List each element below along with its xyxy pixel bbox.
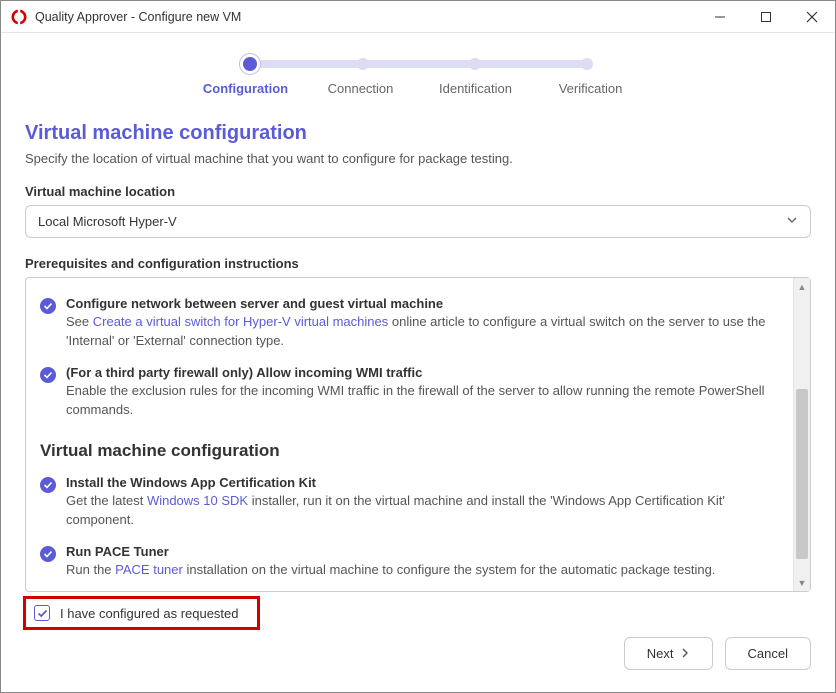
link-pace-tuner[interactable]: PACE tuner bbox=[115, 562, 183, 577]
confirm-checkbox[interactable] bbox=[34, 605, 50, 621]
scrollbar-track[interactable] bbox=[794, 295, 810, 574]
vm-location-value: Local Microsoft Hyper-V bbox=[38, 214, 177, 229]
check-icon bbox=[40, 477, 56, 493]
stepper-labels: Configuration Connection Identification … bbox=[188, 81, 648, 96]
stepper-line bbox=[249, 60, 587, 68]
cancel-button-label: Cancel bbox=[748, 646, 788, 661]
link-create-virtual-switch[interactable]: Create a virtual switch for Hyper-V virt… bbox=[93, 314, 389, 329]
prereq-scroll-area[interactable]: Configure network between server and gue… bbox=[26, 278, 793, 591]
confirm-checkbox-row[interactable]: I have configured as requested bbox=[34, 605, 239, 621]
prereq-item: Install the Windows App Certification Ki… bbox=[40, 475, 779, 530]
prereq-item-title: (For a third party firewall only) Allow … bbox=[66, 365, 779, 380]
check-icon bbox=[40, 546, 56, 562]
link-windows-10-sdk[interactable]: Windows 10 SDK bbox=[147, 493, 248, 508]
vm-location-dropdown[interactable]: Local Microsoft Hyper-V bbox=[25, 205, 811, 238]
prereq-item: Configure network between server and gue… bbox=[40, 296, 779, 351]
scrollbar-thumb[interactable] bbox=[796, 389, 808, 559]
prereq-item-desc: Get the latest Windows 10 SDK installer,… bbox=[66, 492, 779, 530]
cancel-button[interactable]: Cancel bbox=[725, 637, 811, 670]
stepper-label-verification[interactable]: Verification bbox=[533, 81, 648, 96]
window-title: Quality Approver - Configure new VM bbox=[35, 10, 241, 24]
scroll-down-icon[interactable]: ▼ bbox=[794, 574, 810, 591]
prereq-item: (For a third party firewall only) Allow … bbox=[40, 365, 779, 420]
footer-buttons: Next Cancel bbox=[624, 637, 811, 670]
chevron-down-icon bbox=[786, 214, 798, 229]
scrollbar[interactable]: ▲ ▼ bbox=[793, 278, 810, 591]
prereq-item: Run PACE Tuner Run the PACE tuner instal… bbox=[40, 544, 779, 580]
prereq-item-title: Install the Windows App Certification Ki… bbox=[66, 475, 779, 490]
prereq-item-desc: Run the PACE tuner installation on the v… bbox=[66, 561, 779, 580]
prereq-label: Prerequisites and configuration instruct… bbox=[25, 256, 811, 271]
check-icon bbox=[40, 367, 56, 383]
confirm-label: I have configured as requested bbox=[60, 606, 239, 621]
confirm-highlight: I have configured as requested bbox=[23, 596, 260, 630]
window-controls bbox=[697, 1, 835, 33]
stepper-track bbox=[243, 57, 593, 71]
stepper-dot-connection[interactable] bbox=[357, 58, 369, 70]
close-button[interactable] bbox=[789, 1, 835, 33]
stepper-dot-configuration[interactable] bbox=[243, 57, 257, 71]
prereq-item-desc: Enable the exclusion rules for the incom… bbox=[66, 382, 779, 420]
stepper-label-connection[interactable]: Connection bbox=[303, 81, 418, 96]
section-heading-vm-config: Virtual machine configuration bbox=[40, 441, 779, 461]
stepper-dot-identification[interactable] bbox=[469, 58, 481, 70]
prereq-box: Configure network between server and gue… bbox=[25, 277, 811, 592]
minimize-button[interactable] bbox=[697, 1, 743, 33]
page-subtitle: Specify the location of virtual machine … bbox=[25, 151, 811, 166]
stepper-label-identification[interactable]: Identification bbox=[418, 81, 533, 96]
page-title: Virtual machine configuration bbox=[25, 122, 811, 145]
main-content: Configuration Connection Identification … bbox=[1, 33, 835, 592]
stepper-label-configuration[interactable]: Configuration bbox=[188, 81, 303, 96]
maximize-button[interactable] bbox=[743, 1, 789, 33]
app-icon bbox=[11, 9, 27, 25]
next-button-label: Next bbox=[647, 646, 674, 661]
check-icon bbox=[40, 298, 56, 314]
next-button[interactable]: Next bbox=[624, 637, 713, 670]
wizard-stepper: Configuration Connection Identification … bbox=[25, 57, 811, 96]
titlebar-left: Quality Approver - Configure new VM bbox=[11, 9, 241, 25]
titlebar: Quality Approver - Configure new VM bbox=[1, 1, 835, 33]
scroll-up-icon[interactable]: ▲ bbox=[794, 278, 810, 295]
vm-location-label: Virtual machine location bbox=[25, 184, 811, 199]
prereq-item-desc: See Create a virtual switch for Hyper-V … bbox=[66, 313, 779, 351]
stepper-dot-verification[interactable] bbox=[581, 58, 593, 70]
chevron-right-icon bbox=[680, 646, 690, 661]
prereq-item-title: Run PACE Tuner bbox=[66, 544, 779, 559]
prereq-item-title: Configure network between server and gue… bbox=[66, 296, 779, 311]
